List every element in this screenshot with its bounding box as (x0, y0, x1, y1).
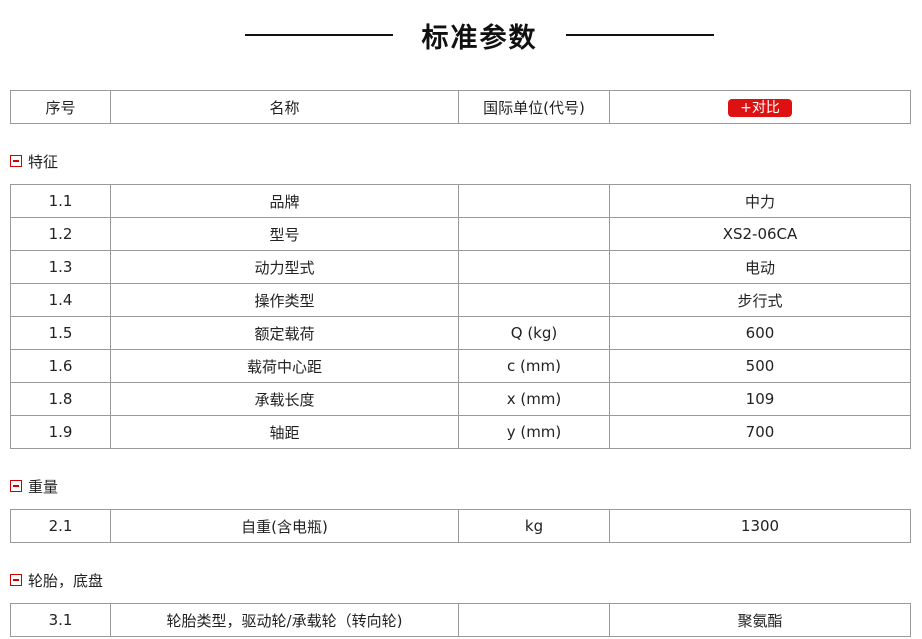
row-index: 1.2 (10, 217, 111, 251)
table-row: 1.1 品牌 中力 (10, 184, 911, 218)
row-name: 型号 (110, 217, 459, 251)
row-unit: kg (458, 509, 610, 543)
table-row: 1.2 型号 XS2-06CA (10, 217, 911, 251)
row-unit (458, 184, 610, 218)
row-name: 轮胎类型，驱动轮/承载轮（转向轮) (110, 603, 459, 637)
row-value: 步行式 (609, 283, 911, 317)
header-compare-cell: +对比 (609, 90, 911, 124)
row-index: 3.1 (10, 603, 111, 637)
row-name: 轴距 (110, 415, 459, 449)
row-value: 700 (609, 415, 911, 449)
header-index: 序号 (10, 90, 111, 124)
section-header-tires-chassis[interactable]: 轮胎，底盘 (10, 570, 103, 590)
row-value: 聚氨酯 (609, 603, 911, 637)
table-row: 1.8 承载长度 x (mm) 109 (10, 382, 911, 416)
spec-header-table: 序号 名称 国际单位(代号) +对比 (10, 90, 911, 124)
row-name: 品牌 (110, 184, 459, 218)
row-unit: x (mm) (458, 382, 610, 416)
row-index: 1.3 (10, 250, 111, 284)
row-index: 1.5 (10, 316, 111, 350)
row-value: 600 (609, 316, 911, 350)
row-unit: y (mm) (458, 415, 610, 449)
table-row: 1.6 载荷中心距 c (mm) 500 (10, 349, 911, 383)
table-row: 1.9 轴距 y (mm) 700 (10, 415, 911, 449)
row-unit (458, 250, 610, 284)
table-row: 1.5 额定载荷 Q (kg) 600 (10, 316, 911, 350)
row-index: 1.6 (10, 349, 111, 383)
row-index: 1.9 (10, 415, 111, 449)
section-header-weight[interactable]: 重量 (10, 476, 58, 496)
header-unit: 国际单位(代号) (458, 90, 610, 124)
row-name: 额定载荷 (110, 316, 459, 350)
row-index: 1.4 (10, 283, 111, 317)
collapse-minus-icon[interactable] (10, 155, 22, 167)
row-unit (458, 603, 610, 637)
section-header-features[interactable]: 特征 (10, 151, 58, 171)
row-index: 2.1 (10, 509, 111, 543)
table-row: 2.1 自重(含电瓶) kg 1300 (10, 509, 911, 543)
section-title: 特征 (28, 152, 59, 171)
row-value: 电动 (609, 250, 911, 284)
page-title: 标准参数 (421, 23, 538, 54)
header-row: 序号 名称 国际单位(代号) +对比 (10, 90, 911, 124)
row-name: 载荷中心距 (110, 349, 459, 383)
row-name: 动力型式 (110, 250, 459, 284)
row-name: 承载长度 (110, 382, 459, 416)
header-name: 名称 (110, 90, 459, 124)
row-name: 操作类型 (110, 283, 459, 317)
section-title: 重量 (28, 477, 59, 496)
spec-table-tires-chassis: 3.1 轮胎类型，驱动轮/承载轮（转向轮) 聚氨酯 (10, 603, 911, 637)
table-row: 1.4 操作类型 步行式 (10, 283, 911, 317)
title-divider-left (245, 34, 393, 36)
row-index: 1.8 (10, 382, 111, 416)
add-compare-button[interactable]: +对比 (728, 98, 792, 117)
page-header: 标准参数 (0, 12, 922, 58)
row-name: 自重(含电瓶) (110, 509, 459, 543)
spec-table-features: 1.1 品牌 中力 1.2 型号 XS2-06CA 1.3 动力型式 电动 1.… (10, 184, 911, 449)
row-index: 1.1 (10, 184, 111, 218)
table-row: 1.3 动力型式 电动 (10, 250, 911, 284)
row-value: XS2-06CA (609, 217, 911, 251)
row-unit: Q (kg) (458, 316, 610, 350)
collapse-minus-icon[interactable] (10, 574, 22, 586)
spec-table-weight: 2.1 自重(含电瓶) kg 1300 (10, 509, 911, 543)
row-unit: c (mm) (458, 349, 610, 383)
row-unit (458, 283, 610, 317)
row-unit (458, 217, 610, 251)
collapse-minus-icon[interactable] (10, 480, 22, 492)
row-value: 500 (609, 349, 911, 383)
row-value: 109 (609, 382, 911, 416)
section-title: 轮胎，底盘 (28, 571, 104, 590)
table-row: 3.1 轮胎类型，驱动轮/承载轮（转向轮) 聚氨酯 (10, 603, 911, 637)
title-divider-right (566, 34, 714, 36)
row-value: 中力 (609, 184, 911, 218)
row-value: 1300 (609, 509, 911, 543)
